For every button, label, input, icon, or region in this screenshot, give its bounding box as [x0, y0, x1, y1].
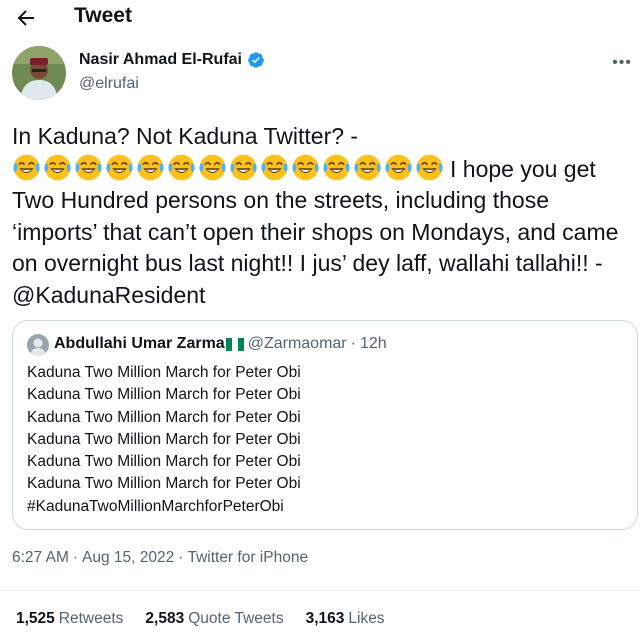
- separator-dot: ·: [178, 549, 184, 566]
- quoted-text: Kaduna Two Million March for Peter Obi K…: [27, 362, 301, 518]
- divider: [0, 590, 640, 591]
- separator-dot: ·: [72, 549, 79, 566]
- more-options-icon[interactable]: •••: [612, 54, 632, 72]
- face-with-tears-of-joy-emoji: [323, 154, 350, 180]
- tweet-text: In Kaduna? Not Kaduna Twitter? - I hope …: [12, 121, 632, 311]
- quoted-line: Kaduna Two Million March for Peter Obi: [27, 408, 301, 426]
- tweet-stats: 1,525 Retweets 2,583 Quote Tweets 3,163 Lik…: [16, 610, 385, 628]
- author-name[interactable]: Nasir Ahmad El-Rufai: [79, 51, 265, 69]
- likes-stat[interactable]: 3,163 Likes: [306, 610, 385, 628]
- tweet-text-before: In Kaduna? Not Kaduna Twitter? -: [12, 123, 359, 149]
- face-with-tears-of-joy-emoji: [75, 154, 102, 180]
- quoted-author-name[interactable]: Abdullahi Umar Zarma: [54, 335, 225, 353]
- header: Tweet: [0, 0, 640, 38]
- likes-count: 3,163: [305, 610, 345, 627]
- quote-tweets-stat[interactable]: 2,583 Quote Tweets: [145, 610, 283, 628]
- nigeria-flag-icon: [225, 337, 244, 351]
- retweets-label: Retweets: [58, 610, 124, 627]
- retweets-count: 1,525: [16, 610, 55, 627]
- avatar[interactable]: [12, 46, 66, 100]
- tweet-metadata: 6:27 AM · Aug 15, 2022 · Twitter for iPhone: [12, 549, 308, 567]
- quoted-line: Kaduna Two Million March for Peter Obi: [27, 386, 301, 404]
- arrow-left-icon[interactable]: [14, 6, 38, 30]
- face-with-tears-of-joy-emoji: [230, 154, 257, 180]
- face-with-tears-of-joy-emoji: [292, 154, 319, 180]
- quote-tweets-count: 2,583: [145, 610, 185, 627]
- face-with-tears-of-joy-emoji: [13, 154, 40, 180]
- retweets-stat[interactable]: 1,525 Retweets: [16, 610, 123, 628]
- quoted-tweet[interactable]: Abdullahi Umar Zarma @Zarmaomar · 12h Ka…: [12, 320, 638, 530]
- quoted-timestamp[interactable]: 12h: [360, 335, 387, 353]
- quoted-line: Kaduna Two Million March for Peter Obi: [27, 364, 301, 381]
- author-name-text[interactable]: Nasir Ahmad El-Rufai: [79, 51, 242, 69]
- face-with-tears-of-joy-emoji: [416, 154, 443, 180]
- face-with-tears-of-joy-emoji: [261, 154, 288, 180]
- author-handle[interactable]: @elrufai: [79, 75, 139, 93]
- quoted-header: Abdullahi Umar Zarma @Zarmaomar · 12h: [54, 335, 387, 353]
- verified-badge-icon: [248, 52, 264, 68]
- tweet-date[interactable]: Aug 15, 2022: [82, 549, 174, 566]
- emoji-row: [12, 153, 444, 182]
- quoted-avatar[interactable]: [27, 334, 49, 356]
- face-with-tears-of-joy-emoji: [199, 154, 226, 180]
- page-title: Tweet: [74, 4, 132, 27]
- tweet-time[interactable]: 6:27 AM: [12, 549, 69, 566]
- face-with-tears-of-joy-emoji: [168, 154, 195, 180]
- quoted-hashtag[interactable]: #KadunaTwoMillionMarchforPeterObi: [27, 496, 301, 518]
- separator-dot: ·: [350, 335, 356, 352]
- face-with-tears-of-joy-emoji: [106, 154, 133, 180]
- face-with-tears-of-joy-emoji: [385, 154, 412, 180]
- face-with-tears-of-joy-emoji: [137, 154, 164, 180]
- quoted-line: Kaduna Two Million March for Peter Obi: [27, 453, 301, 471]
- face-with-tears-of-joy-emoji: [44, 154, 71, 180]
- face-with-tears-of-joy-emoji: [354, 154, 381, 180]
- quoted-line: Kaduna Two Million March for Peter Obi: [27, 475, 301, 493]
- quote-tweets-label: Quote Tweets: [188, 610, 284, 627]
- quoted-line: Kaduna Two Million March for Peter Obi: [27, 430, 301, 448]
- likes-label: Likes: [348, 610, 385, 627]
- quoted-author-handle[interactable]: @Zarmaomar: [248, 335, 347, 353]
- tweet-source[interactable]: Twitter for iPhone: [187, 549, 308, 566]
